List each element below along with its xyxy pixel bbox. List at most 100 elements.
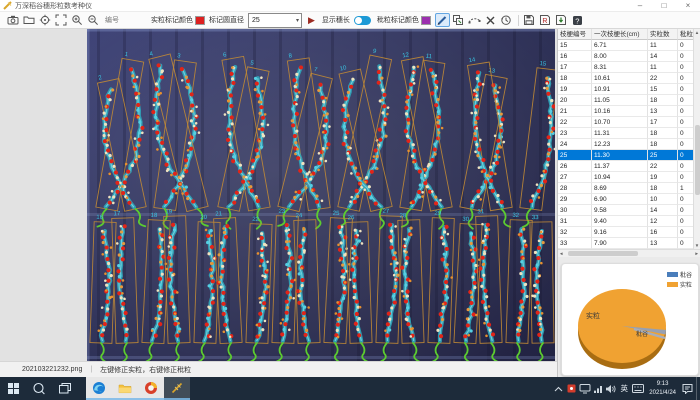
table-cell: 30 [558, 205, 592, 216]
panicle-number: 20 [200, 215, 208, 221]
table-cell: 25 [558, 150, 592, 161]
empty-color-swatch[interactable] [421, 16, 431, 25]
table-row[interactable]: 329.16160 [558, 227, 700, 238]
search-button[interactable] [26, 377, 52, 400]
number-label[interactable]: 编号 [105, 15, 119, 25]
undo-history-button[interactable] [499, 13, 514, 27]
table-header-cell[interactable]: 一次枝梗长(cm) [592, 29, 648, 40]
tray-display-button[interactable] [578, 377, 591, 400]
table-row[interactable]: 309.58140 [558, 205, 700, 216]
scroll-left-icon[interactable]: ◄ [559, 250, 563, 257]
table-header-cell[interactable]: 枝梗编号 [558, 29, 592, 40]
table-row[interactable]: 296.90100 [558, 194, 700, 205]
ime-indicator[interactable]: 英 [617, 383, 631, 394]
tray-network-button[interactable] [591, 377, 604, 400]
status-filename: 202103221232.png [22, 366, 82, 373]
table-cell: 10 [648, 194, 678, 205]
table-row[interactable]: 1910.91150 [558, 84, 700, 95]
table-cell: 8.31 [592, 62, 648, 73]
taskbar-explorer-button[interactable] [112, 377, 138, 400]
filled-color-swatch[interactable] [195, 16, 205, 25]
center-target-button[interactable] [37, 13, 52, 27]
taskbar-grain-app-button[interactable] [164, 377, 190, 400]
scroll-right-icon[interactable]: ► [695, 250, 699, 257]
clock-date: 2021/4/24 [649, 389, 676, 397]
hscroll-thumb[interactable] [568, 251, 638, 256]
table-row[interactable]: 1810.61220 [558, 73, 700, 84]
tray-app-button[interactable] [565, 377, 578, 400]
table-row[interactable]: 178.31110 [558, 62, 700, 73]
table-cell: 7.90 [592, 238, 648, 249]
panicle-number: 29 [434, 211, 442, 217]
run-button[interactable]: ▶ [308, 16, 315, 25]
help-button[interactable]: ? [570, 13, 585, 27]
table-row[interactable]: 2511.30250 [558, 150, 700, 161]
show-length-toggle[interactable] [354, 16, 371, 25]
scroll-up-icon[interactable]: ▲ [694, 29, 700, 36]
table-cell: 18 [648, 183, 678, 194]
delete-button[interactable] [483, 13, 498, 27]
show-desktop-button[interactable] [696, 377, 700, 400]
close-button[interactable]: × [676, 0, 700, 11]
chevron-down-icon: ▾ [296, 17, 299, 24]
minimize-button[interactable]: – [628, 0, 652, 11]
touch-keyboard-button[interactable] [631, 377, 644, 400]
table-row[interactable]: 319.40120 [558, 216, 700, 227]
table-cell: 16 [648, 227, 678, 238]
table-row[interactable]: 2210.70170 [558, 117, 700, 128]
table-row[interactable]: 2011.05180 [558, 95, 700, 106]
maximize-button[interactable]: □ [652, 0, 676, 11]
save-as-button[interactable] [554, 13, 569, 27]
panicle-number: 19 [165, 209, 173, 215]
table-cell: 21 [558, 106, 592, 117]
table-cell: 9.16 [592, 227, 648, 238]
open-file-button[interactable] [21, 13, 36, 27]
save-disk-icon [523, 14, 535, 26]
scroll-down-icon[interactable]: ▼ [694, 242, 700, 249]
windows-logo-icon [7, 382, 20, 395]
tray-expand-button[interactable] [552, 377, 565, 400]
tray-volume-button[interactable] [604, 377, 617, 400]
table-cell: 33 [558, 238, 592, 249]
table-header-cell[interactable]: 实粒数 [648, 29, 678, 40]
taskbar-clock[interactable]: 9:13 2021/4/24 [649, 380, 676, 396]
taskbar-media-button[interactable] [138, 377, 164, 400]
table-vertical-scrollbar[interactable]: ▲ ▼ [693, 29, 700, 249]
vscroll-thumb[interactable] [695, 125, 700, 195]
table-row[interactable]: 337.90130 [558, 238, 700, 249]
table-cell: 29 [558, 194, 592, 205]
panicle-photo[interactable]: 1234567891011121314151617181920212223242… [87, 29, 555, 361]
legend-label-empty: 秕谷 [680, 270, 692, 279]
action-center-button[interactable] [681, 377, 694, 400]
export-report-button[interactable]: R [538, 13, 553, 27]
taskbar-edge-button[interactable] [86, 377, 112, 400]
table-cell: 15 [648, 84, 678, 95]
edit-pencil-button[interactable] [435, 13, 450, 27]
table-row[interactable]: 156.71110 [558, 40, 700, 51]
chevron-up-icon [554, 386, 563, 392]
zoom-in-button[interactable] [69, 13, 84, 27]
start-button[interactable] [0, 377, 26, 400]
lasso-button[interactable] [467, 13, 482, 27]
camera-icon [7, 14, 19, 26]
right-panel: 枝梗编号一次枝梗长(cm)实粒数秕粒数 156.71110168.0014017… [557, 29, 700, 377]
status-hint: 左键修正实粒，右键修正秕粒 [100, 365, 191, 375]
zoom-out-button[interactable] [85, 13, 100, 27]
table-row[interactable]: 2611.37220 [558, 161, 700, 172]
table-horizontal-scrollbar[interactable]: ◄ ► [558, 249, 700, 257]
table-cell: 11 [648, 62, 678, 73]
table-row[interactable]: 168.00140 [558, 51, 700, 62]
table-row[interactable]: 288.69181 [558, 183, 700, 194]
task-view-button[interactable] [52, 377, 78, 400]
table-row[interactable]: 2311.31180 [558, 128, 700, 139]
fit-view-button[interactable] [53, 13, 68, 27]
save-button[interactable] [522, 13, 537, 27]
table-row[interactable]: 2710.94190 [558, 172, 700, 183]
table-row[interactable]: 2412.23180 [558, 139, 700, 150]
diameter-select[interactable]: 25 ▾ [248, 13, 302, 28]
zoom-in-icon [71, 14, 83, 26]
table-row[interactable]: 2110.16130 [558, 106, 700, 117]
table-cell: 10.94 [592, 172, 648, 183]
copy-region-button[interactable] [451, 13, 466, 27]
capture-button[interactable] [5, 13, 20, 27]
